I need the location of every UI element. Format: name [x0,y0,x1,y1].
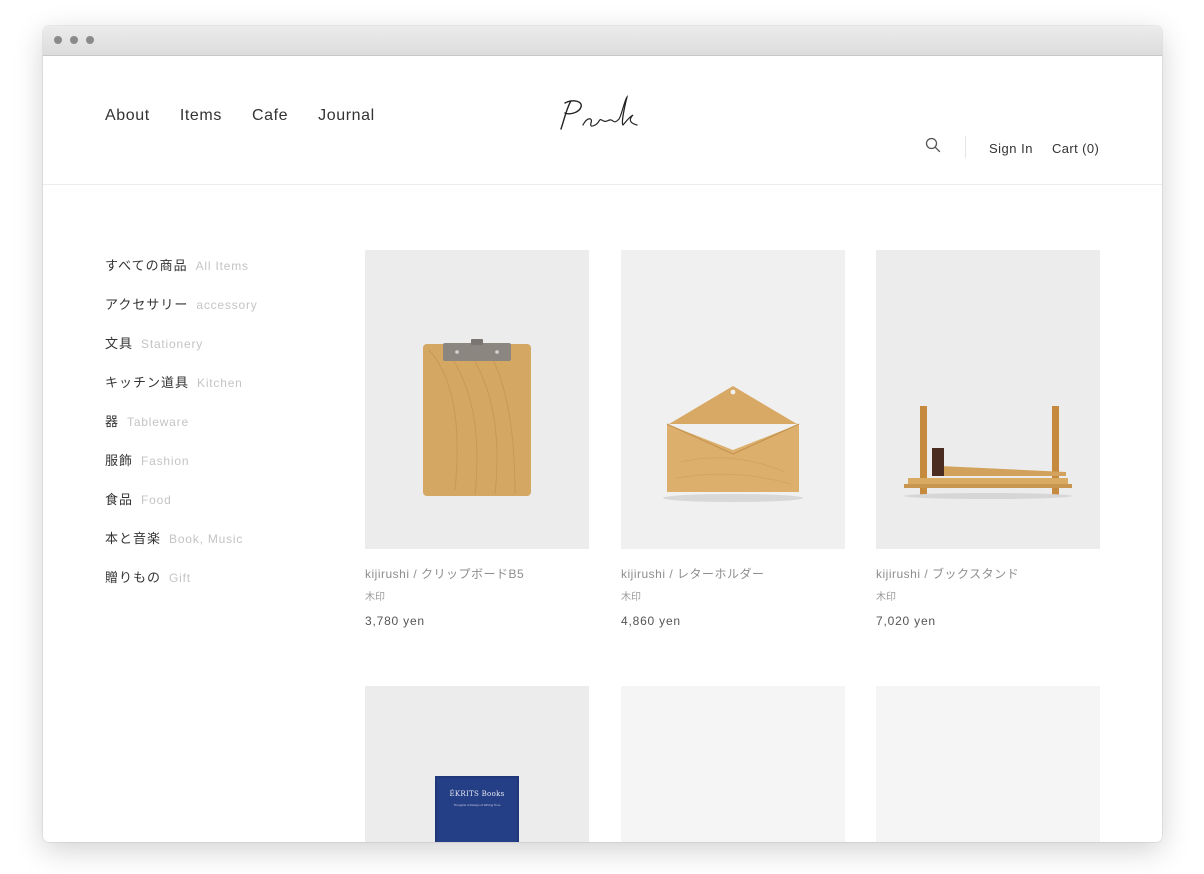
category-label-en: Gift [169,571,191,585]
category-stationery[interactable]: 文具 Stationery [105,333,258,372]
category-tableware[interactable]: 器 Tableware [105,411,258,450]
category-label-en: Kitchen [197,376,243,390]
product-image-placeholder[interactable] [876,686,1100,842]
category-label-en: Book, Music [169,532,244,546]
product-card: kijirushi / ブックスタンド 木印 7,020 yen [876,250,1100,628]
product-price: 3,780 yen [365,614,425,628]
clipboard-image [365,250,589,549]
nav-items[interactable]: Items [180,107,222,125]
category-food[interactable]: 食品 Food [105,489,258,528]
site-header: About Items Cafe Journal Sign In Cart (0… [43,55,1162,185]
site-logo[interactable] [553,95,663,139]
window-zoom-button[interactable] [86,36,94,44]
product-card: kijirushi / クリップボードB5 木印 3,780 yen [365,250,589,628]
nav-cafe[interactable]: Cafe [252,107,288,125]
product-card [876,686,1100,842]
category-all-items[interactable]: すべての商品 All Items [105,255,258,294]
category-gift[interactable]: 贈りもの Gift [105,567,258,606]
category-label-en: Food [141,493,172,507]
category-label-en: Tableware [127,415,189,429]
category-label-jp: 文具 [105,336,134,351]
product-brand: 木印 [621,592,641,603]
product-price: 4,860 yen [621,614,681,628]
main-nav: About Items Cafe Journal [105,107,405,125]
book-image [365,686,589,842]
window-close-button[interactable] [54,36,62,44]
window-minimize-button[interactable] [70,36,78,44]
product-card: kijirushi / レターホルダー 木印 4,860 yen [621,250,845,628]
product-image-letter-holder[interactable] [621,250,845,549]
sign-in-link[interactable]: Sign In [989,141,1033,156]
nav-about[interactable]: About [105,107,150,125]
category-book-music[interactable]: 本と音楽 Book, Music [105,528,258,567]
category-label-en: Fashion [141,454,190,468]
category-label-en: All Items [195,259,249,273]
browser-window: About Items Cafe Journal Sign In Cart (0… [43,26,1162,842]
product-title[interactable]: kijirushi / ブックスタンド [876,565,1100,582]
product-title[interactable]: kijirushi / クリップボードB5 [365,565,589,582]
category-label-jp: 贈りもの [105,570,162,585]
product-image-clipboard[interactable] [365,250,589,549]
search-icon[interactable] [925,137,941,153]
product-card: ÉKRITS Books Thoughts of Design of Writi… [365,686,589,842]
category-label-jp: 服飾 [105,453,134,468]
product-image-book-stand[interactable] [876,250,1100,549]
product-card [621,686,845,842]
product-brand: 木印 [365,592,385,603]
product-image-placeholder[interactable] [621,686,845,842]
category-label-jp: 食品 [105,492,134,507]
category-label-jp: キッチン道具 [105,375,190,390]
category-fashion[interactable]: 服飾 Fashion [105,450,258,489]
product-title[interactable]: kijirushi / レターホルダー [621,565,845,582]
category-sidebar: すべての商品 All Items アクセサリー accessory 文具 Statio… [105,255,258,606]
category-label-en: accessory [196,298,258,312]
product-price: 7,020 yen [876,614,936,628]
category-kitchen[interactable]: キッチン道具 Kitchen [105,372,258,411]
category-accessory[interactable]: アクセサリー accessory [105,294,258,333]
browser-titlebar [43,26,1162,56]
header-divider [965,136,966,158]
category-label-jp: アクセサリー [105,297,189,312]
book-stand-image [876,250,1100,549]
category-label-jp: 器 [105,414,120,429]
cart-link[interactable]: Cart (0) [1052,141,1099,156]
category-label-jp: 本と音楽 [105,531,162,546]
category-label-jp: すべての商品 [105,258,188,273]
category-label-en: Stationery [141,337,204,351]
book-title: ÉKRITS Books [449,790,505,798]
product-image-book[interactable]: ÉKRITS Books Thoughts of Design of Writi… [365,686,589,842]
book-subtitle: Thoughts of Design of Writing Time [453,803,501,807]
nav-journal[interactable]: Journal [318,107,375,125]
park-logo-script [560,95,638,130]
letter-holder-image [621,250,845,549]
product-brand: 木印 [876,592,896,603]
